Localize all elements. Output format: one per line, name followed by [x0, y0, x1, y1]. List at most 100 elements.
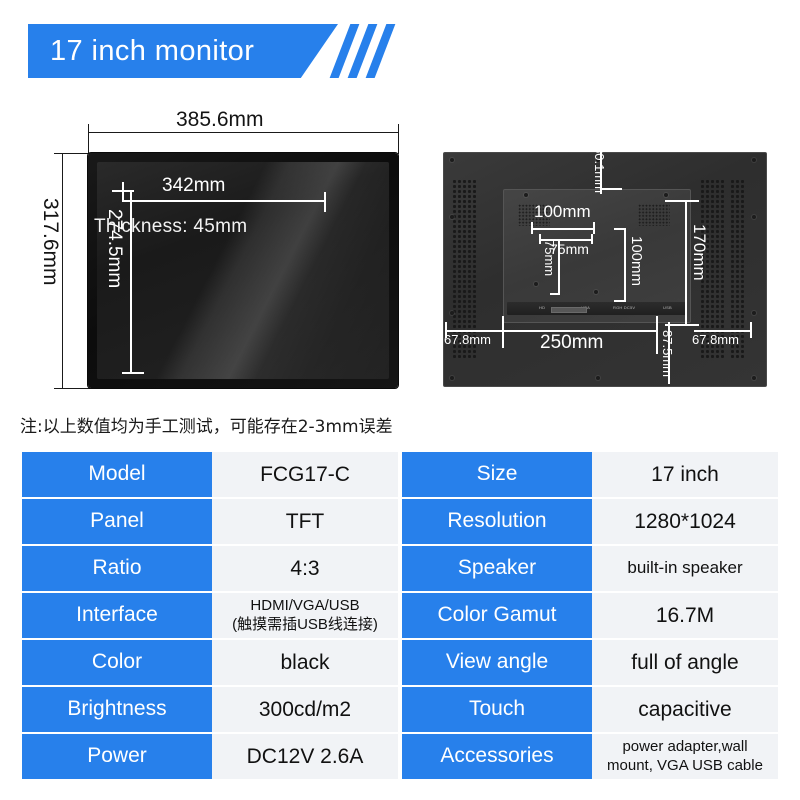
spec-label-resolution: Resolution — [402, 499, 592, 544]
vesa-75-h-tick-left — [539, 234, 541, 244]
spec-value-panel: TFT — [212, 499, 398, 544]
spec-value-color-gamut: 16.7M — [592, 593, 778, 638]
screen-height-tick-bottom — [122, 372, 144, 374]
vesa-100-h-line — [531, 228, 595, 230]
vesa-100-v-tick-top — [614, 228, 626, 230]
spec-value-resolution: 1280*1024 — [592, 499, 778, 544]
screw-icon — [534, 282, 538, 286]
spec-pair-right: Accessories power adapter,wall mount, VGA… — [402, 734, 778, 779]
spec-label-model: Model — [22, 452, 212, 497]
spec-pair-left: Color black — [22, 640, 398, 685]
spec-label-panel: Panel — [22, 499, 212, 544]
front-height-label: 317.6mm — [39, 198, 62, 286]
spec-pair-right: Resolution 1280*1024 — [402, 499, 778, 544]
spec-value-model: FCG17-C — [212, 452, 398, 497]
front-width-label: 385.6mm — [176, 108, 264, 131]
rear-bottom-tick-left — [502, 316, 504, 348]
spec-label-brightness: Brightness — [22, 687, 212, 732]
spec-pair-right: Touch capacitive — [402, 687, 778, 732]
speaker-grille-icon — [638, 204, 670, 226]
table-row: Panel TFT Resolution 1280*1024 — [22, 499, 778, 544]
spec-label-power: Power — [22, 734, 212, 779]
front-height-dimension-line — [62, 153, 63, 389]
monitor-bezel — [97, 162, 389, 379]
spec-value-view-angle: full of angle — [592, 640, 778, 685]
spec-pair-right: Color Gamut 16.7M — [402, 593, 778, 638]
rear-bottom-width-label: 250mm — [540, 332, 604, 353]
rear-bottom-left-label: 67.8mm — [444, 332, 491, 347]
vesa-100-v-tick-bottom — [614, 300, 626, 302]
screw-icon — [664, 193, 668, 197]
spec-pair-left: Panel TFT — [22, 499, 398, 544]
spec-value-interface: HDMI/VGA/USB (触摸需插USB线连接) — [212, 593, 398, 638]
thickness-label: Thickness: 45mm — [94, 216, 248, 237]
rear-bottom-right-label: 67.8mm — [692, 332, 739, 347]
spec-label-accessories: Accessories — [402, 734, 592, 779]
screw-icon — [752, 215, 756, 219]
spec-pair-left: Brightness 300cd/m2 — [22, 687, 398, 732]
measurement-note: 注:以上数值均为手工测试，可能存在2-3mm误差 — [20, 417, 393, 437]
spec-value-ratio: 4:3 — [212, 546, 398, 591]
spec-value-touch: capacitive — [592, 687, 778, 732]
spec-label-view-angle: View angle — [402, 640, 592, 685]
spec-label-speaker: Speaker — [402, 546, 592, 591]
monitor-screen — [97, 162, 389, 379]
screen-width-label: 342mm — [162, 175, 226, 196]
port-strip: HD VGA RGH DC5V USB — [507, 302, 687, 315]
specification-table: Model FCG17-C Size 17 inch Panel TFT Res… — [22, 452, 778, 781]
front-height-tick-bottom — [54, 388, 94, 389]
port-label-power: RGH DC5V — [613, 305, 636, 310]
spec-label-ratio: Ratio — [22, 546, 212, 591]
spec-pair-right: Size 17 inch — [402, 452, 778, 497]
vesa-75-v-tick-bottom — [550, 293, 560, 295]
vesa-100-h-label: 100mm — [534, 202, 591, 221]
screen-width-tick-right — [324, 192, 326, 212]
screw-icon — [450, 311, 454, 315]
spec-label-touch: Touch — [402, 687, 592, 732]
rear-right-vertical-label: 170mm — [690, 224, 709, 281]
screen-height-tick-top — [112, 190, 134, 192]
page-title: 17 inch monitor — [50, 35, 255, 67]
spec-value-size: 17 inch — [592, 452, 778, 497]
table-row: Power DC12V 2.6A Accessories power adapt… — [22, 734, 778, 779]
spec-value-power: DC12V 2.6A — [212, 734, 398, 779]
spec-pair-right: View angle full of angle — [402, 640, 778, 685]
screw-icon — [752, 158, 756, 162]
monitor-front-body — [88, 153, 398, 388]
screw-icon — [752, 376, 756, 380]
front-view-diagram: 385.6mm 317.6mm 342mm 274.5mm Thickness:… — [39, 108, 420, 402]
vesa-100-v-line — [624, 228, 626, 302]
rear-right-tick-top — [665, 200, 699, 202]
port-label-hd: HD — [539, 305, 546, 310]
table-row: Brightness 300cd/m2 Touch capacitive — [22, 687, 778, 732]
spec-label-interface: Interface — [22, 593, 212, 638]
spec-label-size: Size — [402, 452, 592, 497]
front-width-tick-left — [88, 124, 89, 154]
spec-pair-left: Power DC12V 2.6A — [22, 734, 398, 779]
front-width-tick-right — [398, 124, 399, 154]
vesa-100-v-label: 100mm — [628, 236, 645, 287]
vesa-75-v-label: 75mm — [542, 240, 557, 277]
spec-pair-left: Model FCG17-C — [22, 452, 398, 497]
front-width-dimension-line — [88, 132, 399, 133]
table-row: Model FCG17-C Size 17 inch — [22, 452, 778, 497]
rear-top-vertical-label: 60.1mm — [592, 146, 607, 193]
spec-label-color: Color — [22, 640, 212, 685]
rear-bottom-tick-right — [656, 316, 658, 354]
table-row: Interface HDMI/VGA/USB (触摸需插USB线连接) Color… — [22, 593, 778, 638]
spec-value-color: black — [212, 640, 398, 685]
screw-icon — [450, 215, 454, 219]
table-row: Ratio 4:3 Speaker built-in speaker — [22, 546, 778, 591]
rear-mount-box: HD VGA RGH DC5V USB — [503, 189, 691, 323]
port-connector-icon — [551, 307, 587, 313]
screen-width-dimension-line — [122, 200, 326, 202]
screen-width-tick-left — [122, 182, 124, 202]
vesa-100-h-tick-right — [593, 222, 595, 234]
spec-value-accessories: power adapter,wall mount, VGA USB cable — [592, 734, 778, 779]
vesa-100-h-tick-left — [531, 222, 533, 234]
spec-value-brightness: 300cd/m2 — [212, 687, 398, 732]
header-banner: 17 inch monitor — [28, 24, 396, 78]
spec-label-color-gamut: Color Gamut — [402, 593, 592, 638]
screw-icon — [450, 158, 454, 162]
table-row: Color black View angle full of angle — [22, 640, 778, 685]
